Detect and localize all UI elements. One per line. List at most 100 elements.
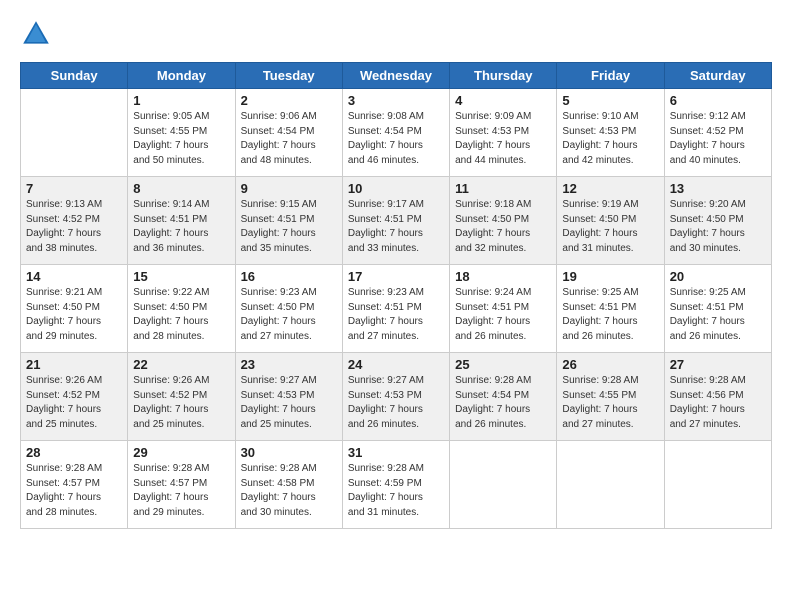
day-info: Sunrise: 9:28 AMSunset: 4:55 PMDaylight:… <box>562 374 658 432</box>
day-info: Sunrise: 9:28 AMSunset: 4:57 PMDaylight:… <box>26 462 122 520</box>
day-info: Sunrise: 9:18 AMSunset: 4:50 PMDaylight:… <box>455 198 551 256</box>
day-info: Sunrise: 9:28 AMSunset: 4:54 PMDaylight:… <box>455 374 551 432</box>
calendar-day-cell: 16 Sunrise: 9:23 AMSunset: 4:50 PMDayligh… <box>235 265 342 353</box>
day-of-week-header: Thursday <box>450 63 557 89</box>
calendar-week-row: 1 Sunrise: 9:05 AMSunset: 4:55 PMDaylight… <box>21 89 772 177</box>
calendar-day-cell <box>664 441 771 529</box>
day-number: 12 <box>562 181 658 196</box>
calendar-day-cell: 19 Sunrise: 9:25 AMSunset: 4:51 PMDayligh… <box>557 265 664 353</box>
calendar-day-cell <box>21 89 128 177</box>
day-number: 19 <box>562 269 658 284</box>
calendar-day-cell: 13Sunrise: 9:20 AMSunset: 4:50 PMDayligh… <box>664 177 771 265</box>
calendar-week-row: 7 Sunrise: 9:13 AMSunset: 4:52 PMDaylight… <box>21 177 772 265</box>
header <box>20 18 772 50</box>
calendar-day-cell <box>450 441 557 529</box>
calendar-table: SundayMondayTuesdayWednesdayThursdayFrid… <box>20 62 772 529</box>
calendar-day-cell: 9 Sunrise: 9:15 AMSunset: 4:51 PMDaylight… <box>235 177 342 265</box>
day-number: 26 <box>562 357 658 372</box>
page: SundayMondayTuesdayWednesdayThursdayFrid… <box>0 0 792 612</box>
day-number: 20 <box>670 269 766 284</box>
day-info: Sunrise: 9:28 AMSunset: 4:58 PMDaylight:… <box>241 462 337 520</box>
day-info: Sunrise: 9:23 AMSunset: 4:50 PMDaylight:… <box>241 286 337 344</box>
calendar-day-cell: 20 Sunrise: 9:25 AMSunset: 4:51 PMDayligh… <box>664 265 771 353</box>
day-number: 3 <box>348 93 444 108</box>
day-info: Sunrise: 9:28 AMSunset: 4:59 PMDaylight:… <box>348 462 444 520</box>
calendar-day-cell: 18 Sunrise: 9:24 AMSunset: 4:51 PMDayligh… <box>450 265 557 353</box>
calendar-day-cell: 14 Sunrise: 9:21 AMSunset: 4:50 PMDayligh… <box>21 265 128 353</box>
day-number: 29 <box>133 445 229 460</box>
day-info: Sunrise: 9:09 AMSunset: 4:53 PMDaylight:… <box>455 110 551 168</box>
day-number: 14 <box>26 269 122 284</box>
day-info: Sunrise: 9:14 AMSunset: 4:51 PMDaylight:… <box>133 198 229 256</box>
day-number: 1 <box>133 93 229 108</box>
day-info: Sunrise: 9:21 AMSunset: 4:50 PMDaylight:… <box>26 286 122 344</box>
calendar-day-cell: 3 Sunrise: 9:08 AMSunset: 4:54 PMDaylight… <box>342 89 449 177</box>
day-info: Sunrise: 9:19 AMSunset: 4:50 PMDaylight:… <box>562 198 658 256</box>
day-info: Sunrise: 9:27 AMSunset: 4:53 PMDaylight:… <box>241 374 337 432</box>
day-number: 11 <box>455 181 551 196</box>
calendar-header-row: SundayMondayTuesdayWednesdayThursdayFrid… <box>21 63 772 89</box>
day-number: 10 <box>348 181 444 196</box>
day-number: 6 <box>670 93 766 108</box>
day-number: 21 <box>26 357 122 372</box>
day-number: 27 <box>670 357 766 372</box>
calendar-day-cell: 26 Sunrise: 9:28 AMSunset: 4:55 PMDayligh… <box>557 353 664 441</box>
day-number: 16 <box>241 269 337 284</box>
day-info: Sunrise: 9:27 AMSunset: 4:53 PMDaylight:… <box>348 374 444 432</box>
day-info: Sunrise: 9:26 AMSunset: 4:52 PMDaylight:… <box>26 374 122 432</box>
day-of-week-header: Sunday <box>21 63 128 89</box>
day-of-week-header: Monday <box>128 63 235 89</box>
day-info: Sunrise: 9:25 AMSunset: 4:51 PMDaylight:… <box>562 286 658 344</box>
calendar-day-cell: 5 Sunrise: 9:10 AMSunset: 4:53 PMDaylight… <box>557 89 664 177</box>
day-info: Sunrise: 9:10 AMSunset: 4:53 PMDaylight:… <box>562 110 658 168</box>
calendar-day-cell: 12 Sunrise: 9:19 AMSunset: 4:50 PMDayligh… <box>557 177 664 265</box>
calendar-day-cell: 28 Sunrise: 9:28 AMSunset: 4:57 PMDayligh… <box>21 441 128 529</box>
calendar-day-cell: 2Sunrise: 9:06 AMSunset: 4:54 PMDaylight… <box>235 89 342 177</box>
day-info: Sunrise: 9:24 AMSunset: 4:51 PMDaylight:… <box>455 286 551 344</box>
day-info: Sunrise: 9:26 AMSunset: 4:52 PMDaylight:… <box>133 374 229 432</box>
calendar-day-cell: 6 Sunrise: 9:12 AMSunset: 4:52 PMDaylight… <box>664 89 771 177</box>
calendar-day-cell: 21 Sunrise: 9:26 AMSunset: 4:52 PMDayligh… <box>21 353 128 441</box>
day-number: 9 <box>241 181 337 196</box>
day-number: 28 <box>26 445 122 460</box>
logo-icon <box>20 18 52 50</box>
calendar-day-cell: 10 Sunrise: 9:17 AMSunset: 4:51 PMDayligh… <box>342 177 449 265</box>
calendar-day-cell: 15 Sunrise: 9:22 AMSunset: 4:50 PMDayligh… <box>128 265 235 353</box>
calendar-day-cell: 8 Sunrise: 9:14 AMSunset: 4:51 PMDaylight… <box>128 177 235 265</box>
day-info: Sunrise: 9:05 AMSunset: 4:55 PMDaylight:… <box>133 110 229 168</box>
day-number: 25 <box>455 357 551 372</box>
day-of-week-header: Saturday <box>664 63 771 89</box>
day-info: Sunrise: 9:06 AMSunset: 4:54 PMDaylight:… <box>241 110 337 168</box>
calendar-day-cell: 1 Sunrise: 9:05 AMSunset: 4:55 PMDaylight… <box>128 89 235 177</box>
day-number: 8 <box>133 181 229 196</box>
day-number: 18 <box>455 269 551 284</box>
day-number: 4 <box>455 93 551 108</box>
day-number: 7 <box>26 181 122 196</box>
day-info: Sunrise: 9:25 AMSunset: 4:51 PMDaylight:… <box>670 286 766 344</box>
calendar-day-cell: 17Sunrise: 9:23 AMSunset: 4:51 PMDayligh… <box>342 265 449 353</box>
calendar-day-cell: 24 Sunrise: 9:27 AMSunset: 4:53 PMDayligh… <box>342 353 449 441</box>
calendar-day-cell: 30Sunrise: 9:28 AMSunset: 4:58 PMDayligh… <box>235 441 342 529</box>
calendar-day-cell: 31Sunrise: 9:28 AMSunset: 4:59 PMDayligh… <box>342 441 449 529</box>
day-info: Sunrise: 9:08 AMSunset: 4:54 PMDaylight:… <box>348 110 444 168</box>
calendar-day-cell: 27 Sunrise: 9:28 AMSunset: 4:56 PMDayligh… <box>664 353 771 441</box>
day-number: 23 <box>241 357 337 372</box>
calendar-day-cell: 7 Sunrise: 9:13 AMSunset: 4:52 PMDaylight… <box>21 177 128 265</box>
day-info: Sunrise: 9:28 AMSunset: 4:56 PMDaylight:… <box>670 374 766 432</box>
day-info: Sunrise: 9:17 AMSunset: 4:51 PMDaylight:… <box>348 198 444 256</box>
day-of-week-header: Tuesday <box>235 63 342 89</box>
day-of-week-header: Wednesday <box>342 63 449 89</box>
day-number: 15 <box>133 269 229 284</box>
calendar-week-row: 21 Sunrise: 9:26 AMSunset: 4:52 PMDayligh… <box>21 353 772 441</box>
day-info: Sunrise: 9:13 AMSunset: 4:52 PMDaylight:… <box>26 198 122 256</box>
day-info: Sunrise: 9:12 AMSunset: 4:52 PMDaylight:… <box>670 110 766 168</box>
day-info: Sunrise: 9:28 AMSunset: 4:57 PMDaylight:… <box>133 462 229 520</box>
day-info: Sunrise: 9:23 AMSunset: 4:51 PMDaylight:… <box>348 286 444 344</box>
day-info: Sunrise: 9:15 AMSunset: 4:51 PMDaylight:… <box>241 198 337 256</box>
day-number: 24 <box>348 357 444 372</box>
day-number: 5 <box>562 93 658 108</box>
calendar-day-cell: 22Sunrise: 9:26 AMSunset: 4:52 PMDayligh… <box>128 353 235 441</box>
day-info: Sunrise: 9:22 AMSunset: 4:50 PMDaylight:… <box>133 286 229 344</box>
calendar-day-cell: 23 Sunrise: 9:27 AMSunset: 4:53 PMDayligh… <box>235 353 342 441</box>
calendar-week-row: 14 Sunrise: 9:21 AMSunset: 4:50 PMDayligh… <box>21 265 772 353</box>
